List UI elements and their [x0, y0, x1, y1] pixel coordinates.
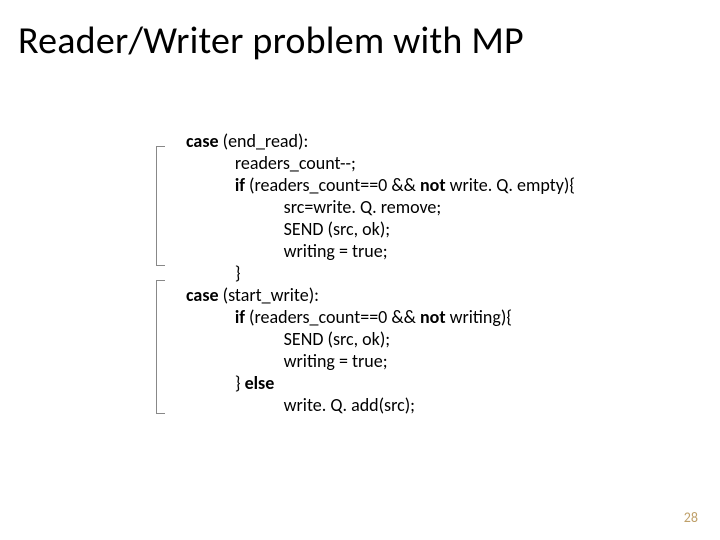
code-text: (end_read):: [219, 130, 309, 152]
code-text: writing){: [446, 306, 512, 328]
code-text: }: [186, 262, 241, 284]
code-text: writing = true;: [186, 350, 388, 372]
page-number: 28: [684, 509, 698, 526]
code-text: writing = true;: [186, 240, 388, 262]
code-text: write. Q. empty){: [446, 174, 575, 196]
kw-not-1: not: [420, 174, 446, 196]
code-text: SEND (src, ok);: [186, 218, 390, 240]
kw-not-2: not: [420, 306, 446, 328]
kw-if-2: if: [235, 306, 245, 328]
code-text: readers_count--;: [186, 152, 356, 174]
code-text: (readers_count==0 &&: [245, 306, 420, 328]
code-block: case (end_read): readers_count--; if (re…: [186, 130, 575, 416]
code-text: write. Q. add(src);: [186, 394, 415, 416]
code-text: (readers_count==0 &&: [245, 174, 420, 196]
code-text: [186, 306, 235, 328]
code-text: }: [186, 372, 245, 394]
case-bracket-start-write: [156, 280, 165, 414]
slide-title: Reader/Writer problem with MP: [18, 18, 524, 64]
code-text: SEND (src, ok);: [186, 328, 390, 350]
code-text: src=write. Q. remove;: [186, 196, 441, 218]
kw-else: else: [245, 372, 275, 394]
code-text: [186, 174, 235, 196]
kw-case-1: case: [186, 130, 219, 152]
kw-case-2: case: [186, 284, 219, 306]
kw-if-1: if: [235, 174, 245, 196]
code-text: (start_write):: [219, 284, 319, 306]
case-bracket-end-read: [156, 146, 165, 266]
